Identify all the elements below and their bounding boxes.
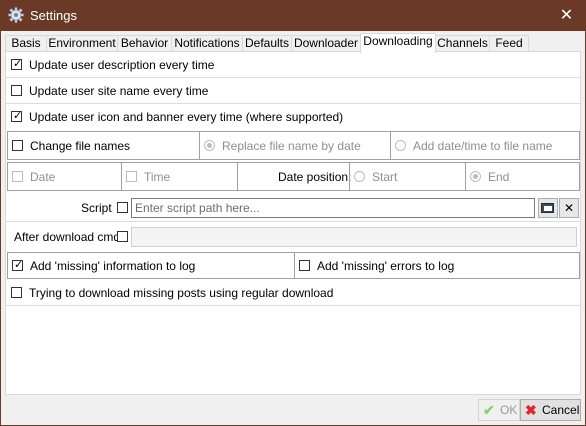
divider [465,163,466,190]
tab-channels[interactable]: Channels [435,35,490,52]
update-site-name-row: Update user site name every time [6,78,580,104]
tab-downloading[interactable]: Downloading [360,33,436,53]
checkmark-icon: ✓ [13,58,23,70]
gear-icon [8,7,24,23]
divider [237,163,238,190]
update-site-name-checkbox[interactable] [11,85,22,96]
after-download-label: After download cmd [14,230,121,244]
add-date-time-radio[interactable] [395,140,406,151]
cross-icon: ✖ [525,402,537,418]
file-name-options-group: Change file names Replace file name by d… [7,131,580,160]
settings-client-area: Basis Environment Behavior Notifications… [1,31,585,425]
clear-script-button[interactable]: ✕ [559,198,579,218]
date-checkbox[interactable] [12,171,23,182]
update-icon-banner-row: ✓ Update user icon and banner every time… [6,104,580,130]
update-site-name-label[interactable]: Update user site name every time [29,84,208,98]
script-row: Script Enter script path here... ✕ [6,193,580,222]
checkmark-icon: ✓ [13,110,23,122]
time-label[interactable]: Time [144,170,170,184]
close-icon: ✕ [559,7,574,24]
after-download-cmd-input[interactable] [131,227,577,247]
open-script-button[interactable] [538,198,558,218]
time-checkbox[interactable] [126,171,137,182]
script-label: Script [81,201,112,215]
position-end-radio[interactable] [470,171,481,182]
folder-open-icon [541,203,555,217]
tab-downloader[interactable]: Downloader [291,35,361,52]
downloading-panel: ✓ Update user description every time Upd… [5,51,581,395]
script-path-input[interactable]: Enter script path here... [131,198,535,218]
cancel-button[interactable]: ✖ Cancel [520,399,581,421]
ok-button[interactable]: ✔ OK [478,399,520,421]
missing-errors-label[interactable]: Add 'missing' errors to log [317,259,454,273]
update-icon-banner-label[interactable]: Update user icon and banner every time (… [29,110,343,124]
window-title: Settings [30,8,77,23]
update-description-label[interactable]: Update user description every time [29,58,214,72]
update-icon-banner-checkbox[interactable]: ✓ [11,110,23,122]
change-file-names-checkbox[interactable] [12,140,23,151]
script-enable-checkbox[interactable] [117,202,128,213]
add-date-time-label[interactable]: Add date/time to file name [413,139,552,153]
replace-file-name-label[interactable]: Replace file name by date [222,139,361,153]
missing-errors-checkbox[interactable] [299,260,310,271]
settings-window: Settings ✕ Basis Environment Behavior No… [0,0,586,426]
regular-download-row: Trying to download missing posts using r… [6,280,580,306]
replace-file-name-radio[interactable] [204,140,215,151]
missing-log-group: ✓ Add 'missing' information to log Add '… [7,252,580,279]
regular-download-checkbox[interactable] [11,287,22,298]
title-bar[interactable]: Settings ✕ [0,0,586,31]
tab-feed[interactable]: Feed [489,35,529,52]
update-description-row: ✓ Update user description every time [6,52,580,78]
update-description-checkbox[interactable]: ✓ [11,58,23,70]
position-start-radio[interactable] [354,171,365,182]
cancel-label: Cancel [542,403,580,417]
position-end-label[interactable]: End [488,170,509,184]
date-label[interactable]: Date [30,170,55,184]
regular-download-label[interactable]: Trying to download missing posts using r… [29,286,333,300]
tab-basis[interactable]: Basis [5,35,47,52]
close-icon: ✕ [563,201,575,215]
divider [294,253,295,278]
ok-label: OK [500,403,518,417]
after-download-row: After download cmd [6,222,580,251]
close-button[interactable]: ✕ [548,1,585,30]
date-time-group: Date Time Date position: Start End [7,162,580,191]
tab-behavior[interactable]: Behavior [117,35,172,52]
divider [199,132,200,159]
tab-defaults[interactable]: Defaults [242,35,292,52]
tab-environment[interactable]: Environment [46,35,118,52]
divider [390,132,391,159]
position-start-label[interactable]: Start [372,170,397,184]
date-position-label: Date position: [278,170,352,184]
change-file-names-label[interactable]: Change file names [30,139,130,153]
divider [121,163,122,190]
divider [349,163,350,190]
after-download-checkbox[interactable] [117,231,128,242]
tab-notifications[interactable]: Notifications [171,35,243,52]
missing-info-label[interactable]: Add 'missing' information to log [30,259,195,273]
checkmark-icon: ✔ [483,402,495,418]
missing-info-checkbox[interactable]: ✓ [12,259,24,271]
checkmark-icon: ✓ [14,259,24,271]
